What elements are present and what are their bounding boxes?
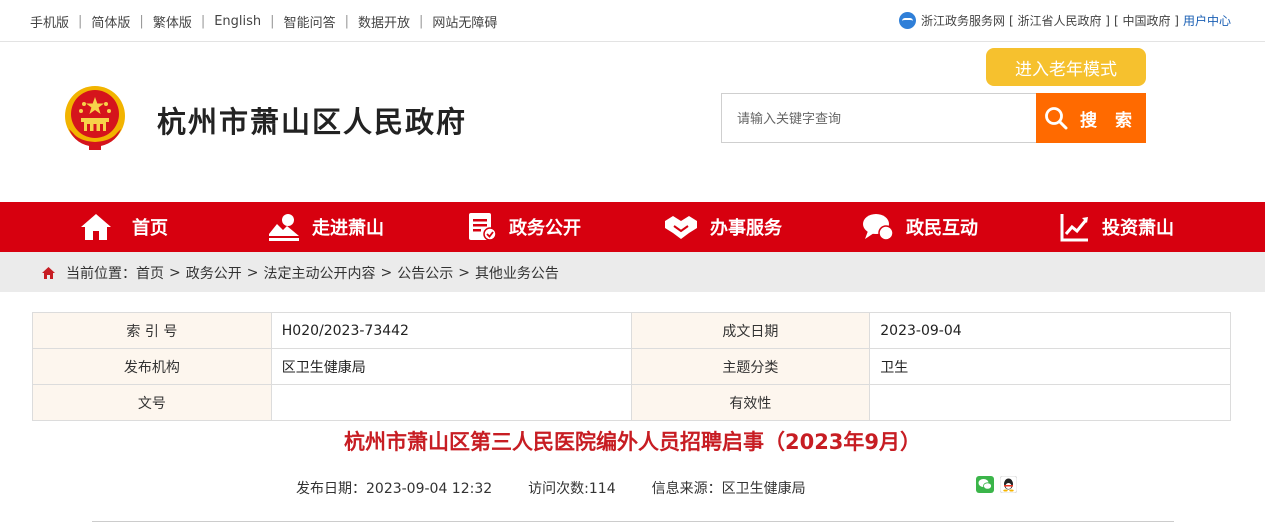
article-title: 杭州市萧山区第三人民医院编外人员招聘启事（2023年9月） bbox=[343, 430, 922, 454]
nav-item-about-xiaoshan[interactable]: 走进萧山 bbox=[268, 202, 384, 252]
info-source: 信息来源：区卫生健康局 bbox=[651, 481, 806, 497]
validity-label: 有效性 bbox=[630, 384, 871, 421]
site-title: 杭州市萧山区人民政府 bbox=[157, 105, 468, 139]
table-row: 发布机构 区卫生健康局 主题分类 卫生 bbox=[32, 348, 1231, 385]
separator: | bbox=[200, 14, 206, 29]
separator: | bbox=[78, 14, 83, 29]
breadcrumb-item[interactable]: 公告公示 bbox=[397, 263, 453, 283]
mobile-version-link[interactable]: 手机版 bbox=[30, 12, 69, 31]
share-buttons bbox=[976, 476, 1017, 493]
qq-share-icon[interactable] bbox=[1000, 476, 1017, 493]
breadcrumb-bar: 当前位置： 首页 > 政务公开 > 法定主动公开内容 > 公告公示 > 其他业务… bbox=[0, 252, 1265, 292]
home-icon bbox=[81, 214, 111, 240]
nav-item-home[interactable]: 首页 bbox=[80, 202, 168, 252]
publisher-label: 发布机构 bbox=[32, 348, 272, 385]
breadcrumb-item[interactable]: 首页 bbox=[136, 263, 164, 283]
accessibility-link[interactable]: 网站无障碍 bbox=[432, 12, 497, 31]
table-row: 文号 有效性 bbox=[32, 384, 1231, 421]
separator: | bbox=[344, 14, 349, 29]
document-check-icon bbox=[469, 213, 497, 241]
zhejiang-service-link[interactable]: 浙江政务服务网 bbox=[921, 12, 1005, 29]
site-header: 杭州市萧山区人民政府 进入老年模式 搜 索 bbox=[0, 43, 1265, 202]
top-utility-bar: 手机版 | 简体版 | 繁体版 | English | 智能问答 | 数据开放 … bbox=[0, 0, 1265, 42]
article-meta: 发布日期：2023-09-04 12:32 访问次数:114 信息来源：区卫生健… bbox=[296, 478, 806, 498]
topic-label: 主题分类 bbox=[630, 348, 871, 385]
english-link[interactable]: English bbox=[214, 14, 261, 29]
breadcrumb-prefix: 当前位置： bbox=[66, 266, 136, 282]
publisher-value: 区卫生健康局 bbox=[270, 348, 632, 385]
visit-count: 访问次数:114 bbox=[528, 481, 616, 497]
breadcrumb-separator: > bbox=[169, 265, 181, 281]
chart-growth-icon bbox=[1060, 214, 1088, 242]
national-emblem-icon bbox=[65, 86, 125, 150]
separator: | bbox=[139, 14, 144, 29]
separator: | bbox=[418, 14, 424, 29]
divider bbox=[92, 521, 1174, 522]
handshake-icon bbox=[665, 216, 697, 239]
written-date-value: 2023-09-04 bbox=[869, 312, 1231, 349]
elder-mode-button[interactable]: 进入老年模式 bbox=[986, 48, 1146, 86]
nav-item-interaction[interactable]: 政民互动 bbox=[862, 202, 978, 252]
breadcrumb-item[interactable]: 法定主动公开内容 bbox=[263, 263, 375, 283]
open-data-link[interactable]: 数据开放 bbox=[358, 12, 410, 31]
index-number-label: 索 引 号 bbox=[32, 312, 272, 349]
breadcrumb-separator: > bbox=[458, 265, 470, 281]
search-icon bbox=[1045, 107, 1068, 130]
nav-item-services[interactable]: 办事服务 bbox=[664, 202, 782, 252]
search-button[interactable]: 搜 索 bbox=[1036, 93, 1146, 143]
top-right-links: 浙江政务服务网 [ 浙江省人民政府 ] [ 中国政府 ] 用户中心 bbox=[898, 12, 1231, 29]
chat-bubble-icon bbox=[863, 214, 894, 241]
breadcrumb-item[interactable]: 政务公开 bbox=[186, 263, 242, 283]
breadcrumb-separator: > bbox=[380, 265, 393, 281]
index-number-value: H020/2023-73442 bbox=[270, 312, 632, 349]
search-button-label: 搜 索 bbox=[1080, 110, 1138, 131]
breadcrumb: 当前位置： 首页 > 政务公开 > 法定主动公开内容 > 公告公示 > 其他业务… bbox=[41, 263, 559, 283]
nav-item-government-affairs[interactable]: 政务公开 bbox=[467, 202, 581, 252]
nav-item-label: 首页 bbox=[132, 218, 168, 239]
document-number-value bbox=[270, 384, 632, 421]
top-links: 手机版 | 简体版 | 繁体版 | English | 智能问答 | 数据开放 … bbox=[30, 12, 497, 31]
zhejiang-gov-link[interactable]: [ 浙江省人民政府 ] bbox=[1009, 12, 1110, 29]
search-box bbox=[721, 93, 1037, 143]
simplified-chinese-link[interactable]: 简体版 bbox=[91, 12, 130, 31]
traditional-chinese-link[interactable]: 繁体版 bbox=[153, 12, 192, 31]
china-gov-link[interactable]: [ 中国政府 ] bbox=[1114, 12, 1179, 29]
nav-item-label: 投资萧山 bbox=[1102, 218, 1174, 239]
document-info-table: 索 引 号 H020/2023-73442 成文日期 2023-09-04 发布… bbox=[32, 312, 1231, 421]
separator: | bbox=[270, 14, 275, 29]
main-nav: 首页 走进萧山 政务公开 办事服务 政民互动 投资萧山 bbox=[0, 202, 1265, 252]
breadcrumb-separator: > bbox=[246, 265, 259, 281]
nav-item-label: 走进萧山 bbox=[312, 218, 384, 239]
document-number-label: 文号 bbox=[32, 384, 272, 421]
breadcrumb-item[interactable]: 其他业务公告 bbox=[475, 263, 559, 283]
search-input[interactable] bbox=[722, 94, 1037, 142]
zhejiang-service-icon bbox=[898, 12, 916, 29]
table-row: 索 引 号 H020/2023-73442 成文日期 2023-09-04 bbox=[32, 312, 1231, 349]
publish-date: 发布日期：2023-09-04 12:32 bbox=[296, 481, 493, 497]
topic-value: 卫生 bbox=[869, 348, 1231, 385]
user-center-link[interactable]: 用户中心 bbox=[1183, 12, 1231, 29]
wechat-share-icon[interactable] bbox=[976, 476, 994, 493]
written-date-label: 成文日期 bbox=[630, 312, 871, 349]
nav-item-label: 政民互动 bbox=[906, 218, 978, 239]
validity-value bbox=[869, 384, 1231, 421]
smart-qa-link[interactable]: 智能问答 bbox=[284, 12, 336, 31]
nav-item-label: 政务公开 bbox=[509, 218, 581, 239]
home-icon bbox=[42, 267, 55, 279]
nav-item-investment[interactable]: 投资萧山 bbox=[1060, 202, 1174, 252]
landscape-icon bbox=[269, 214, 299, 241]
nav-item-label: 办事服务 bbox=[710, 218, 782, 239]
